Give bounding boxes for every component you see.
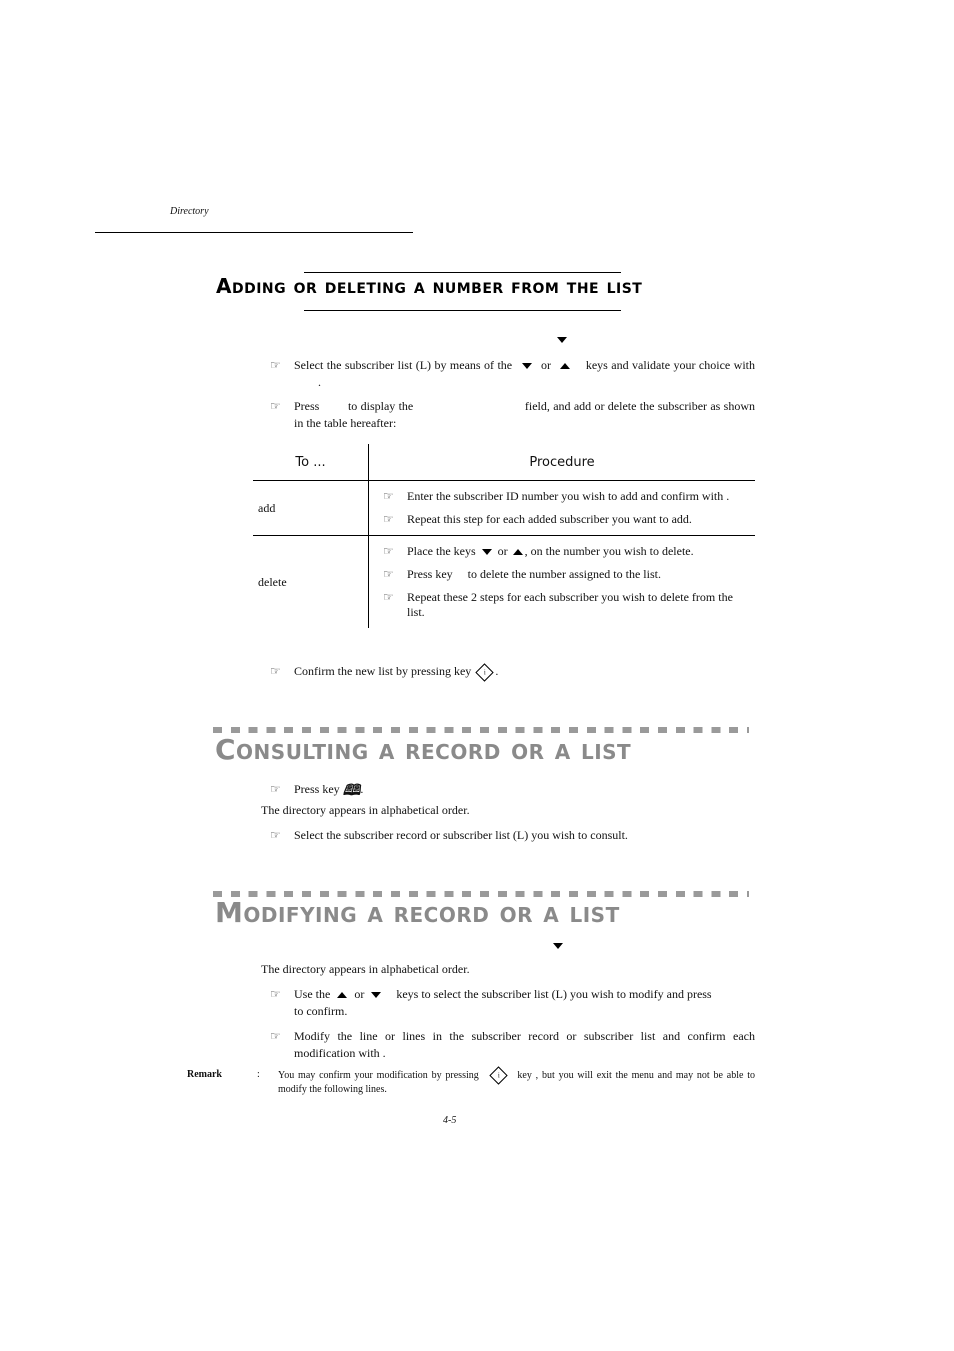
down-arrow-icon [371,992,382,999]
step-use-arrows: ☞ Use the or keys to select the subscrib… [270,987,712,1018]
header-rule [95,232,413,233]
step-modify-lines: ☞ Modify the line or lines in the subscr… [270,1029,755,1060]
column-header-procedure: Procedure [529,454,595,470]
pointing-hand-icon: ☞ [383,567,394,581]
pointing-hand-icon: ☞ [383,590,394,604]
procedure-step: ☞ Repeat these 2 steps for each subscrib… [383,590,733,619]
table-row: delete ☞ Place the keys or , on the numb… [253,535,756,629]
pointing-hand-icon: ☞ [270,1029,281,1043]
directory-order-note: The directory appears in alphabetical or… [261,962,470,976]
page-number: 4-5 [443,1115,457,1126]
procedure-cell: ☞ Place the keys or , on the number you … [369,536,756,629]
remark-text: You may confirm your modification by pre… [278,1066,755,1097]
remark-label: Remark [187,1069,222,1080]
pointing-hand-icon: ☞ [270,782,281,796]
step-select-list: ☞ Select the subscriber list (L) by mean… [270,358,755,389]
procedure-table: To ... Procedure add ☞ Enter the subscri… [253,444,755,628]
section-title-modifying: Modifying a record or a list [215,896,620,929]
up-arrow-icon [512,549,523,556]
directory-order-note: The directory appears in alphabetical or… [261,803,470,817]
title-rule-bottom [304,310,621,311]
ok-key-icon: i [475,663,495,682]
down-arrow-icon [521,363,532,370]
table-row: add ☞ Enter the subscriber ID number you… [253,480,756,536]
pointing-hand-icon: ☞ [270,664,281,678]
step-select-record: ☞ Select the subscriber record or subscr… [270,828,628,842]
directory-book-icon: 🕮 [342,781,361,799]
up-arrow-icon [337,992,348,999]
action-cell: add [253,480,369,536]
pointing-hand-icon: ☞ [270,828,281,842]
step-press-book: ☞ Press key 🕮. [270,781,364,799]
section-title-adding: Adding or deleting a number from the lis… [216,274,643,298]
pointing-hand-icon: ☞ [383,489,394,503]
down-arrow-icon [553,943,563,949]
pointing-hand-icon: ☞ [383,512,394,526]
pointing-hand-icon: ☞ [270,358,281,372]
down-arrow-icon [557,337,567,343]
procedure-step: ☞ Enter the subscriber ID number you wis… [383,489,730,503]
up-arrow-icon [560,363,571,370]
procedure-step: ☞ Press key to delete the number assigne… [383,567,661,581]
ok-key-icon: i [488,1066,508,1085]
procedure-step: ☞ Place the keys or , on the number you … [383,544,694,558]
procedure-step: ☞ Repeat this step for each added subscr… [383,512,692,526]
remark-colon: : [257,1069,260,1080]
down-arrow-icon [481,549,492,556]
table-header-row: To ... Procedure [253,444,755,481]
action-cell: delete [253,535,369,628]
procedure-cell: ☞ Enter the subscriber ID number you wis… [369,481,756,536]
step-press-display: ☞ Press to display the field, and add or… [270,399,755,430]
pointing-hand-icon: ☞ [270,987,281,1001]
step-confirm-list: ☞ Confirm the new list by pressing key i… [270,663,755,682]
section-title-consulting: Consulting a record or a list [215,733,632,766]
running-header: Directory [170,206,209,217]
column-header-to: To ... [253,444,369,481]
pointing-hand-icon: ☞ [383,544,394,558]
pointing-hand-icon: ☞ [270,399,281,413]
title-rule-top [304,272,621,273]
